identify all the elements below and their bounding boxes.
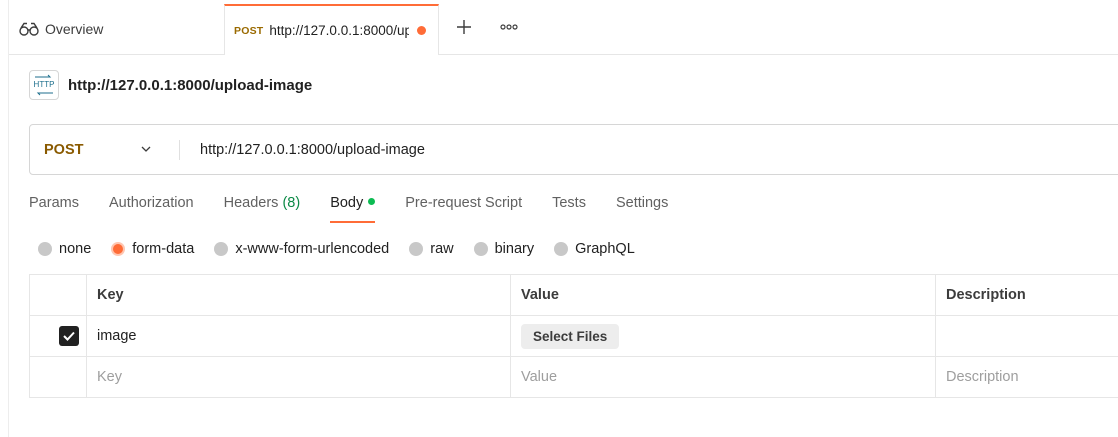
table-header-row: Key Value Description (29, 274, 1118, 316)
value-column-header: Value (510, 274, 936, 316)
tab-request-active[interactable]: POST http://127.0.0.1:8000/upload-image (224, 4, 439, 55)
url-bar: POST http://127.0.0.1:8000/upload-image (29, 124, 1118, 175)
method-select[interactable]: POST (30, 125, 179, 174)
tab-tests[interactable]: Tests (552, 193, 586, 223)
radio-form-data-label: form-data (132, 241, 195, 257)
check-icon (63, 331, 75, 341)
form-data-table: Key Value Description image Select Files… (29, 274, 1118, 398)
more-icon[interactable] (499, 20, 519, 34)
radio-graphql[interactable]: GraphQL (554, 241, 635, 257)
chevron-down-icon (141, 146, 151, 152)
unsaved-dot (417, 26, 427, 35)
tab-bar: Overview POST http://127.0.0.1:8000/uplo… (9, 0, 1118, 55)
select-files-button[interactable]: Select Files (521, 323, 620, 349)
plus-icon[interactable] (454, 17, 474, 37)
description-column-header: Description (935, 274, 1118, 316)
key-placeholder-cell[interactable]: Key (86, 356, 511, 398)
tab-headers[interactable]: Headers (8) (224, 193, 301, 223)
headers-count: (8) (282, 195, 301, 211)
http-request-icon: HTTP (29, 70, 59, 100)
radio-button[interactable] (554, 242, 569, 256)
table-row-empty: Key Value Description (29, 356, 1118, 398)
radio-binary-label: binary (494, 241, 535, 257)
radio-button[interactable] (38, 242, 52, 256)
method-label: POST (44, 141, 84, 158)
radio-raw[interactable]: raw (409, 241, 454, 257)
tab-settings-label: Settings (615, 195, 669, 211)
key-column-header: Key (86, 274, 511, 316)
radio-none-label: none (59, 241, 92, 257)
http-icon-text: HTTP (34, 80, 55, 89)
value-placeholder-cell[interactable]: Value (510, 356, 936, 398)
body-status-dot (368, 197, 376, 205)
radio-button[interactable] (473, 242, 488, 256)
row-checkbox-cell (29, 315, 87, 357)
tab-params[interactable]: Params (29, 193, 79, 223)
request-title-row: HTTP http://127.0.0.1:8000/upload-image (29, 70, 312, 100)
url-input[interactable]: http://127.0.0.1:8000/upload-image (180, 125, 1118, 174)
tab-prerequest[interactable]: Pre-request Script (405, 193, 522, 223)
overview-icon (19, 22, 39, 36)
checkbox-column-header (29, 274, 87, 316)
empty-checkbox-cell (29, 356, 87, 398)
description-placeholder-cell[interactable]: Description (935, 356, 1118, 398)
tab-overview[interactable]: Overview (9, 4, 224, 54)
tab-params-label: Params (29, 195, 79, 211)
table-row: image Select Files (29, 315, 1118, 357)
row-checkbox[interactable] (59, 326, 79, 346)
row-description-cell[interactable] (935, 315, 1118, 357)
tab-authorization-label: Authorization (108, 195, 194, 211)
tab-method-badge: POST (234, 24, 264, 37)
tab-body-label: Body (330, 195, 364, 211)
radio-button-checked[interactable] (111, 242, 126, 256)
tab-authorization[interactable]: Authorization (109, 193, 194, 223)
tab-prerequest-label: Pre-request Script (405, 195, 523, 211)
row-value-cell: Select Files (510, 315, 936, 357)
request-tabs: Params Authorization Headers (8) Body Pr… (29, 193, 698, 223)
tab-tests-label: Tests (552, 195, 586, 211)
radio-raw-label: raw (430, 241, 454, 257)
left-border (8, 0, 9, 437)
radio-form-data[interactable]: form-data (111, 241, 194, 257)
radio-button[interactable] (409, 242, 424, 256)
radio-graphql-label: GraphQL (575, 241, 635, 257)
body-type-options: none form-data x-www-form-urlencoded raw… (38, 238, 655, 260)
tab-headers-label: Headers (223, 195, 279, 211)
radio-urlencoded-label: x-www-form-urlencoded (235, 241, 390, 257)
row-key-cell[interactable]: image (86, 315, 511, 357)
tab-body[interactable]: Body (330, 193, 376, 223)
radio-none[interactable]: none (38, 241, 91, 257)
radio-urlencoded[interactable]: x-www-form-urlencoded (214, 241, 389, 257)
radio-binary[interactable]: binary (473, 241, 535, 257)
tab-settings[interactable]: Settings (616, 193, 668, 223)
tab-url-label: http://127.0.0.1:8000/upload-image (269, 23, 410, 38)
request-name[interactable]: http://127.0.0.1:8000/upload-image (68, 77, 312, 94)
tab-overview-label: Overview (45, 21, 104, 37)
radio-button[interactable] (214, 242, 229, 256)
